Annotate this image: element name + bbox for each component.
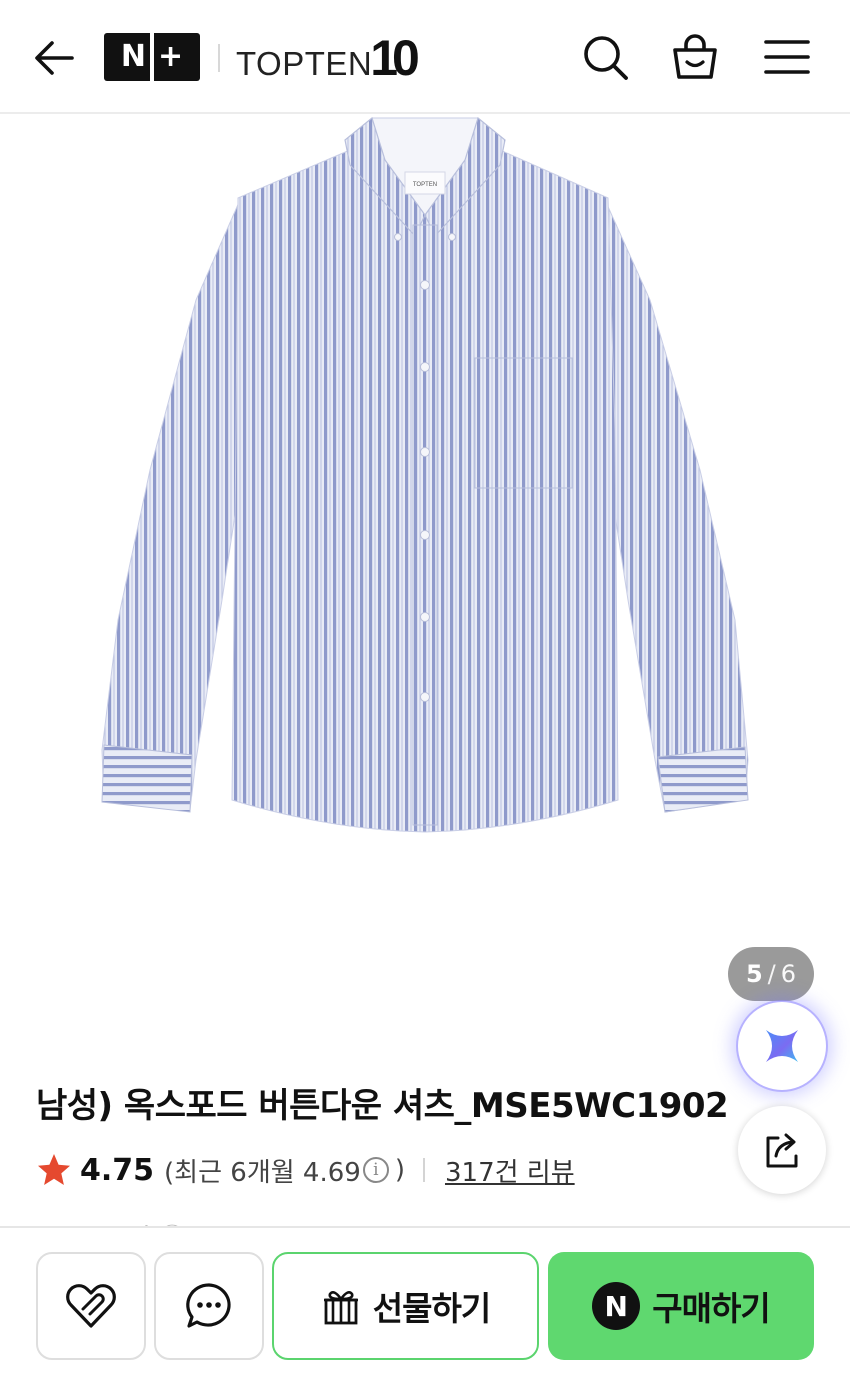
logo-separator: [149, 33, 154, 81]
brand-logo[interactable]: TOPTEN 10: [236, 29, 420, 86]
brand-word: TOPTEN: [236, 45, 373, 82]
image-page-indicator: 5 / 6: [728, 947, 814, 1001]
naver-plus-logo-plus: +: [157, 39, 184, 74]
star-icon: [38, 1154, 70, 1185]
cart-button[interactable]: [670, 32, 720, 82]
menu-button[interactable]: [762, 32, 812, 82]
naver-plus-logo[interactable]: N +: [104, 33, 200, 81]
review-count-link[interactable]: 317건 리뷰: [445, 1152, 575, 1189]
current-page: 5: [745, 960, 763, 988]
buy-button-label: 구매하기: [652, 1289, 770, 1328]
rating-row: 4.75 (최근 6개월 4.69 i ) 317건 리뷰: [36, 1146, 575, 1194]
bottom-action-bar: 선물하기 N 구매하기: [0, 1226, 850, 1381]
gift-button-label: 선물하기: [372, 1289, 491, 1328]
page-separator: /: [767, 960, 776, 988]
wishlist-button[interactable]: [36, 1252, 146, 1360]
recent-rating-close: ): [394, 1155, 405, 1185]
naver-pay-n-icon: N: [592, 1282, 641, 1330]
gift-icon: [323, 1291, 358, 1325]
search-icon: [584, 36, 628, 80]
product-title: 남성) 옥스포드 버튼다운 셔츠_MSE5WC1902: [36, 1086, 729, 1126]
sparkle-ai-icon: [766, 1030, 798, 1062]
info-icon[interactable]: i: [362, 1157, 389, 1183]
gift-button[interactable]: 선물하기: [272, 1252, 539, 1360]
product-image[interactable]: TOPTEN: [0, 116, 850, 1046]
share-button[interactable]: [738, 1106, 826, 1194]
shirt-image: TOPTEN: [101, 116, 749, 833]
search-button[interactable]: [580, 32, 630, 82]
total-pages: 6: [780, 960, 797, 988]
logo-divider: [218, 44, 220, 72]
ai-assistant-button[interactable]: [738, 1002, 826, 1090]
recent-rating-text: (최근 6개월 4.69: [164, 1157, 361, 1188]
buy-button[interactable]: N 구매하기: [548, 1252, 814, 1360]
back-button[interactable]: [30, 34, 78, 82]
brand-number: 10: [370, 29, 420, 86]
divider: [422, 1158, 425, 1182]
heart-paperclip-icon: [66, 1284, 116, 1328]
menu-icon: [764, 40, 810, 74]
back-arrow-icon: [35, 41, 74, 75]
shopping-bag-icon: [673, 34, 717, 79]
share-icon: [766, 1133, 798, 1168]
naver-plus-logo-n: N: [120, 39, 146, 74]
rating-value: 4.75: [80, 1152, 155, 1188]
header: N + TOPTEN 10: [0, 0, 850, 114]
chat-bubble-icon: [186, 1283, 231, 1328]
recent-rating: (최근 6개월 4.69 i ): [164, 1152, 405, 1189]
shirt-label: TOPTEN: [413, 182, 437, 188]
talk-talk-button[interactable]: [154, 1252, 264, 1360]
